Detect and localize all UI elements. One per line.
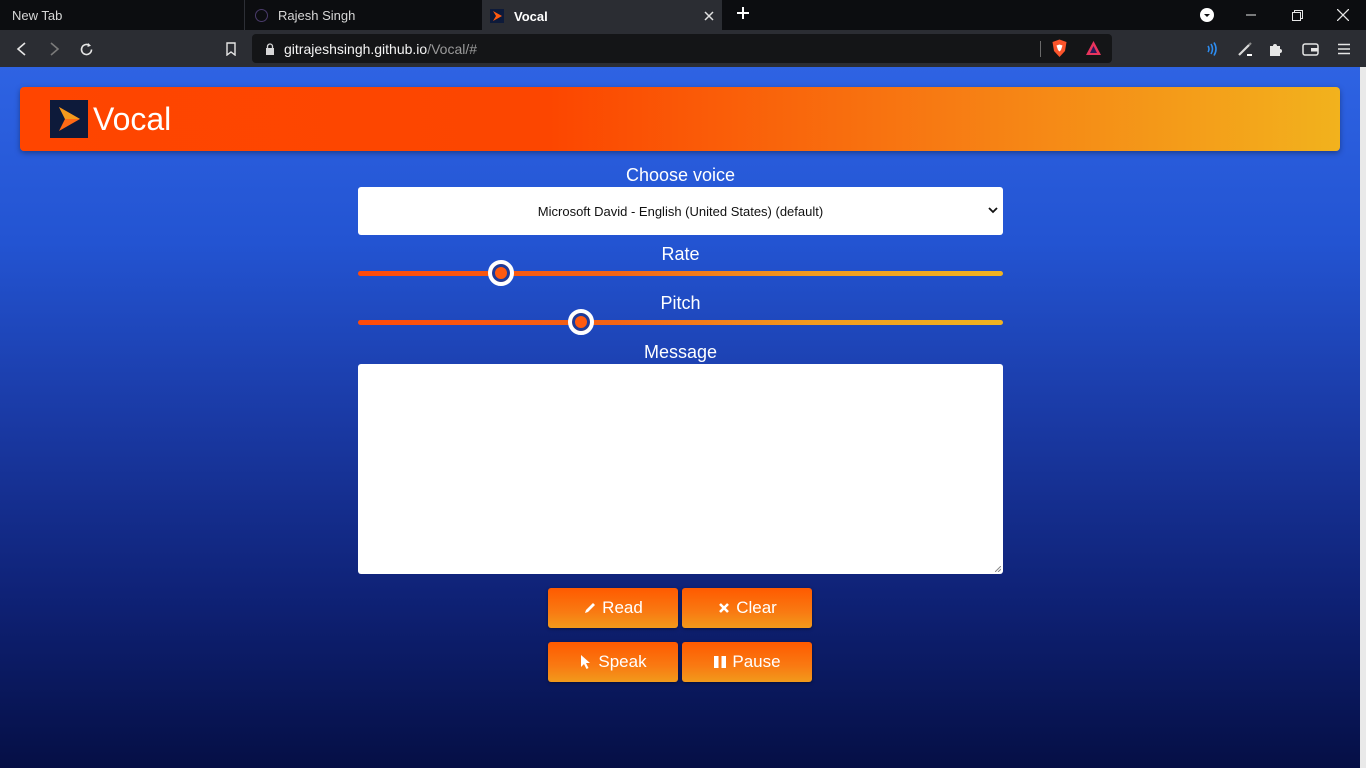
tab-label: Rajesh Singh <box>278 7 356 23</box>
cursor-pointer-icon <box>579 654 593 669</box>
extensions-button[interactable] <box>1265 38 1287 60</box>
menu-button[interactable] <box>1333 38 1355 60</box>
globe-icon <box>255 8 268 22</box>
speech-extension-button[interactable] <box>1200 38 1222 60</box>
wallet-icon <box>1301 42 1319 56</box>
clear-button-label: Clear <box>736 598 777 617</box>
voice-select[interactable]: Microsoft David - English (United States… <box>358 187 1003 235</box>
tab-label: New Tab <box>12 7 63 23</box>
tab-bar: New Tab Rajesh Singh Vocal <box>0 0 1366 30</box>
reload-button[interactable] <box>75 38 97 60</box>
browser-toolbar: gitrajeshsingh.github.io/Vocal/# <box>0 30 1366 67</box>
app-title: Vocal <box>93 101 172 137</box>
bookmark-icon <box>226 42 236 56</box>
read-button[interactable]: Read <box>548 588 678 628</box>
rate-slider-track[interactable] <box>358 271 1003 276</box>
page-scrollbar[interactable] <box>1360 67 1366 768</box>
restore-button[interactable] <box>1274 0 1320 30</box>
pen-icon <box>1238 42 1252 56</box>
pencil-icon <box>583 601 597 615</box>
page-viewport: Vocal Choose voice Microsoft David - Eng… <box>0 67 1366 768</box>
app-header: Vocal <box>20 87 1340 151</box>
pen-extension-button[interactable] <box>1234 38 1256 60</box>
tab-vocal[interactable]: Vocal <box>482 0 722 30</box>
chevron-down-icon <box>1200 8 1214 22</box>
tab-search-button[interactable] <box>1184 0 1230 30</box>
voice-select-value: Microsoft David - English (United States… <box>537 203 824 219</box>
read-button-label: Read <box>602 598 643 617</box>
puzzle-icon <box>1270 44 1282 56</box>
address-bar[interactable]: gitrajeshsingh.github.io/Vocal/# <box>252 34 1112 63</box>
pause-icon <box>713 655 727 669</box>
close-tab-icon[interactable] <box>702 9 716 23</box>
back-button[interactable] <box>11 38 33 60</box>
tab-new-tab[interactable]: New Tab <box>0 0 243 30</box>
rate-label: Rate <box>661 244 700 264</box>
resize-grip-icon[interactable] <box>995 566 1001 572</box>
forward-button[interactable] <box>43 38 65 60</box>
play-arrow-icon <box>59 107 80 131</box>
pitch-label: Pitch <box>660 293 701 313</box>
pitch-slider-thumb[interactable] <box>568 309 595 335</box>
message-textarea[interactable] <box>358 364 1003 574</box>
close-window-button[interactable] <box>1320 0 1366 30</box>
forward-icon <box>50 42 60 56</box>
url-host: gitrajeshsingh.github.io <box>284 40 428 57</box>
message-label: Message <box>643 342 718 362</box>
rate-slider-thumb[interactable] <box>487 260 514 286</box>
wallet-button[interactable] <box>1299 38 1321 60</box>
chevron-down-icon <box>988 207 998 214</box>
pause-button-label: Pause <box>732 652 781 671</box>
lock-icon <box>266 42 274 55</box>
tab-label: Vocal <box>514 8 548 24</box>
vocal-logo <box>50 100 88 138</box>
vocal-favicon-icon <box>490 9 504 23</box>
new-tab-button[interactable] <box>734 5 752 23</box>
tab-rajesh-singh[interactable]: Rajesh Singh <box>244 0 482 30</box>
clear-button[interactable]: Clear <box>682 588 812 628</box>
brave-shields-icon[interactable] <box>1051 39 1068 61</box>
reload-icon <box>80 42 92 55</box>
brave-rewards-icon[interactable] <box>1085 40 1102 59</box>
back-icon <box>16 42 26 56</box>
address-bar-divider <box>1040 41 1041 57</box>
speak-button-label: Speak <box>598 652 647 671</box>
pause-button[interactable]: Pause <box>682 642 812 682</box>
x-icon <box>717 601 731 615</box>
speak-button[interactable]: Speak <box>548 642 678 682</box>
pitch-slider-track[interactable] <box>358 320 1003 325</box>
hamburger-menu-icon <box>1338 43 1350 55</box>
url-path: /Vocal/# <box>427 40 478 57</box>
bookmark-button[interactable] <box>220 38 242 60</box>
choose-voice-label: Choose voice <box>625 165 736 185</box>
minimize-button[interactable] <box>1228 0 1274 30</box>
sound-waves-icon <box>1207 42 1217 56</box>
